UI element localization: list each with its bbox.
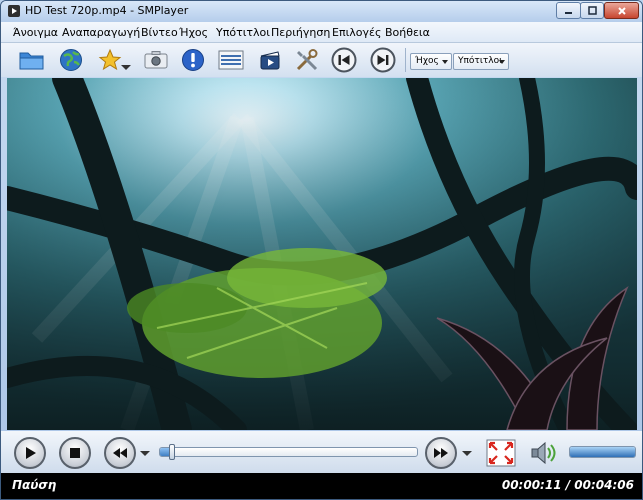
mute-button[interactable] <box>528 439 558 467</box>
menu-subtitles[interactable]: Υπότιτλοι <box>216 26 270 39</box>
rewind-dropdown-arrow[interactable] <box>140 451 150 456</box>
next-icon <box>370 47 396 73</box>
rewind-button[interactable] <box>104 437 136 469</box>
menu-options[interactable]: Επιλογές <box>332 26 381 39</box>
play-button[interactable] <box>14 437 46 469</box>
film-clapper-icon <box>260 51 280 70</box>
subtitle-track-label: Υπότιτλοι <box>458 56 503 66</box>
maximize-button[interactable] <box>580 2 604 19</box>
audio-track-label: Ήχος <box>415 56 439 66</box>
playback-state: Παύση <box>12 478 57 492</box>
menu-open[interactable]: Άνοιγμα <box>13 26 58 39</box>
smplayer-window: HD Test 720p.mp4 - SMPlayer Άνοιγμα Αναπ… <box>0 0 643 500</box>
preferences-video-button[interactable] <box>255 46 285 74</box>
forward-button[interactable] <box>425 437 457 469</box>
speaker-icon <box>531 441 556 465</box>
minimize-button[interactable] <box>556 2 581 19</box>
favorites-dropdown-arrow[interactable] <box>121 65 131 70</box>
close-icon <box>617 6 626 15</box>
maximize-icon <box>587 6 597 15</box>
title-bar[interactable]: HD Test 720p.mp4 - SMPlayer <box>1 1 642 22</box>
menu-browse[interactable]: Περιήγηση <box>271 26 330 39</box>
info-icon <box>182 49 204 71</box>
video-frame[interactable] <box>7 78 637 430</box>
next-button[interactable] <box>368 46 398 74</box>
seek-bar[interactable] <box>159 444 418 460</box>
menu-bar: Άνοιγμα Αναπαραγωγή Βίντεο Ήχος Υπότιτλο… <box>1 22 642 43</box>
playlist-button[interactable] <box>216 46 246 74</box>
screenshot-button[interactable] <box>141 46 171 74</box>
open-url-button[interactable] <box>56 46 86 74</box>
play-icon <box>26 447 36 459</box>
stop-button[interactable] <box>59 437 91 469</box>
chevron-down-icon <box>499 60 505 64</box>
globe-icon <box>60 49 82 71</box>
window-title: HD Test 720p.mp4 - SMPlayer <box>25 4 189 17</box>
previous-button[interactable] <box>329 46 359 74</box>
fullscreen-button[interactable] <box>486 439 516 467</box>
toolbar-separator <box>405 48 406 72</box>
menu-help[interactable]: Βοήθεια <box>385 26 430 39</box>
volume-level <box>570 447 635 457</box>
menu-video[interactable]: Βίντεο <box>141 26 178 39</box>
rewind-icon <box>113 448 127 458</box>
playlist-icon <box>218 50 244 70</box>
smplayer-app-icon[interactable] <box>7 4 21 18</box>
stop-icon <box>70 448 80 458</box>
preferences-button[interactable] <box>292 46 322 74</box>
fullscreen-icon <box>486 439 516 467</box>
minimize-icon <box>565 12 572 14</box>
open-file-button[interactable] <box>17 46 47 74</box>
video-forest-scene-image <box>7 78 637 430</box>
seek-bar-handle[interactable] <box>169 444 175 460</box>
subtitle-track-combo[interactable]: Υπότιτλοι <box>453 53 509 70</box>
folder-icon <box>19 52 44 70</box>
info-button[interactable] <box>178 46 208 74</box>
forward-dropdown-arrow[interactable] <box>462 451 472 456</box>
playback-time: 00:00:11 / 00:04:06 <box>501 478 634 492</box>
menu-audio[interactable]: Ήχος <box>179 26 208 39</box>
menu-play[interactable]: Αναπαραγωγή <box>62 26 140 39</box>
forward-icon <box>434 448 448 458</box>
star-icon <box>98 48 122 71</box>
toolbar: Ήχος Υπότιτλοι <box>1 43 642 77</box>
screenshot-camera-icon <box>144 51 168 69</box>
close-button[interactable] <box>604 2 639 19</box>
status-bar: Παύση 00:00:11 / 00:04:06 <box>1 473 642 499</box>
chevron-down-icon <box>442 60 448 64</box>
previous-icon <box>331 47 357 73</box>
volume-slider[interactable] <box>569 446 636 458</box>
tools-icon <box>296 49 318 71</box>
audio-track-combo[interactable]: Ήχος <box>410 53 452 70</box>
